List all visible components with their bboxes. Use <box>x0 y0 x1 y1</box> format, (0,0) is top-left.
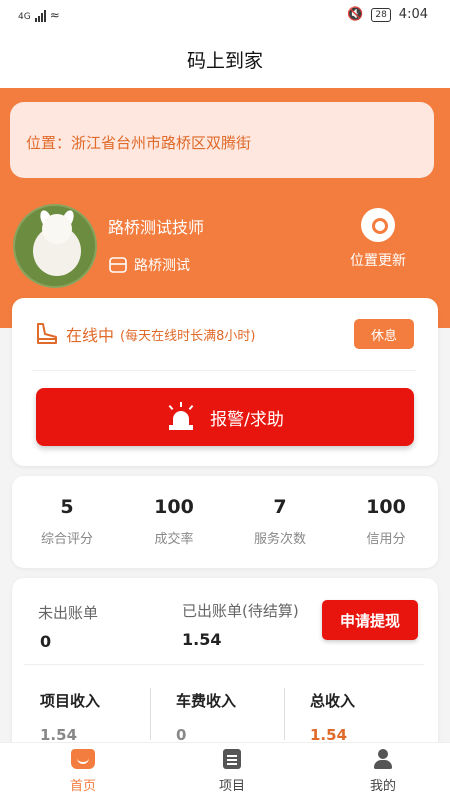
siren-icon <box>166 402 196 432</box>
location-pin-icon <box>361 208 395 242</box>
user-icon <box>371 749 395 769</box>
stat-deal-rate: 100 成交率 <box>129 496 219 547</box>
online-note: (每天在线时长满8小时) <box>120 328 256 344</box>
location-card[interactable]: 位置：浙江省台州市路桥区双腾街 <box>10 102 434 178</box>
online-row: 在线中 (每天在线时长满8小时) <box>34 322 255 346</box>
status-right: 🔇 28 4:04 <box>347 7 428 22</box>
wifi-icon: ≈ <box>49 8 60 22</box>
shop-name: 路桥测试 <box>134 258 190 274</box>
tab-projects[interactable]: 项目 <box>187 749 277 794</box>
document-icon <box>223 749 241 769</box>
page-title: 码上到家 <box>0 30 450 88</box>
signal-indicators: 4G ≈ <box>18 8 60 22</box>
stat-label: 综合评分 <box>40 532 93 547</box>
location-update-button[interactable]: 位置更新 <box>338 208 418 270</box>
tab-label: 项目 <box>218 779 245 794</box>
alarm-label: 报警/求助 <box>210 409 284 430</box>
billed-value: 1.54 <box>182 630 222 649</box>
stat-value: 100 <box>366 496 406 518</box>
withdraw-button[interactable]: 申请提现 <box>322 600 418 640</box>
project-income-label: 项目收入 <box>40 692 101 710</box>
tab-mine[interactable]: 我的 <box>338 749 428 794</box>
mute-icon: 🔇 <box>347 7 364 22</box>
signal-icon <box>34 10 46 22</box>
online-status: 在线中 <box>66 326 115 345</box>
bill-card: 未出账单 0 已出账单(待结算) 1.54 申请提现 项目收入 1.54 车费收… <box>12 578 438 758</box>
home-icon <box>71 749 95 769</box>
stat-value: 5 <box>60 496 74 518</box>
unbilled-value: 0 <box>40 632 52 651</box>
tab-home[interactable]: 首页 <box>38 749 128 794</box>
unbilled-label: 未出账单 <box>38 604 99 622</box>
shop-row: 路桥测试 <box>108 255 190 275</box>
location-update-label: 位置更新 <box>350 253 406 269</box>
clock: 4:04 <box>398 7 428 22</box>
rest-button[interactable]: 休息 <box>354 319 414 349</box>
billed-label: 已出账单(待结算) <box>182 602 299 620</box>
column-divider <box>284 688 285 740</box>
alarm-button[interactable]: 报警/求助 <box>36 388 414 446</box>
stats-card: 5 综合评分 100 成交率 7 服务次数 100 信用分 <box>12 476 438 568</box>
stat-label: 信用分 <box>366 532 406 547</box>
stat-value: 100 <box>154 496 194 518</box>
avatar[interactable] <box>13 204 97 288</box>
divider <box>32 370 416 371</box>
stat-service-count: 7 服务次数 <box>235 496 325 547</box>
stat-credit-score: 100 信用分 <box>341 496 431 547</box>
shop-icon <box>109 257 127 273</box>
fare-income-label: 车费收入 <box>176 692 237 710</box>
battery-icon: 28 <box>371 7 391 22</box>
shoe-icon <box>37 323 57 344</box>
total-income-label: 总收入 <box>310 692 356 710</box>
divider <box>24 664 424 665</box>
bottom-tab-bar: 首页 项目 我的 <box>0 742 450 800</box>
stat-label: 服务次数 <box>253 532 306 547</box>
tab-label: 我的 <box>369 779 396 794</box>
stat-label: 成交率 <box>154 532 194 547</box>
stat-value: 7 <box>273 496 287 518</box>
status-bar: 4G ≈ 🔇 28 4:04 <box>0 0 450 30</box>
stat-rating: 5 综合评分 <box>22 496 112 547</box>
column-divider <box>150 688 151 740</box>
tab-label: 首页 <box>69 779 96 794</box>
network-type: 4G <box>18 12 31 22</box>
location-text: 位置：浙江省台州市路桥区双腾街 <box>26 134 252 152</box>
technician-name: 路桥测试技师 <box>108 218 205 237</box>
online-status-card: 在线中 (每天在线时长满8小时) 休息 报警/求助 <box>12 298 438 466</box>
